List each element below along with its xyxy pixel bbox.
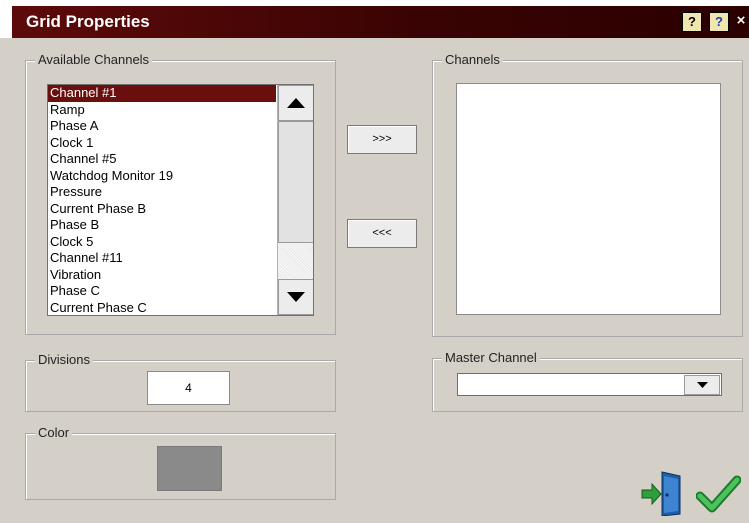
list-item[interactable]: Current Phase C: [48, 300, 276, 316]
divisions-value: 4: [185, 381, 192, 395]
scroll-down-button[interactable]: [278, 279, 313, 315]
exit-door-icon: [641, 471, 681, 517]
list-item[interactable]: Phase A: [48, 118, 276, 135]
remove-channel-label: <<<: [372, 227, 392, 239]
list-item[interactable]: Phase B: [48, 217, 276, 234]
window-title: Grid Properties: [26, 12, 150, 31]
list-item[interactable]: Current Phase B: [48, 201, 276, 218]
help-label: ?: [715, 14, 723, 29]
available-channels-list[interactable]: Channel #1 Ramp Phase A Clock 1 Channel #5 Wa…: [47, 84, 314, 316]
color-swatch[interactable]: [157, 446, 222, 491]
color-label: Color: [35, 425, 73, 440]
divisions-input[interactable]: 4: [147, 371, 230, 405]
title-bar-fill: Grid Properties ? ? ×: [12, 6, 749, 38]
context-help-label: ?: [688, 14, 696, 29]
list-item[interactable]: Pressure: [48, 184, 276, 201]
title-bar: Grid Properties ? ? ×: [0, 0, 749, 38]
list-item[interactable]: Vibration: [48, 267, 276, 284]
add-channel-label: >>>: [372, 133, 392, 145]
list-scrollbar[interactable]: [277, 85, 313, 315]
list-item[interactable]: Phase C: [48, 283, 276, 300]
arrow-up-icon: [287, 98, 305, 108]
list-item[interactable]: Channel #5: [48, 151, 276, 168]
exit-button[interactable]: [640, 470, 684, 517]
checkmark-icon: [695, 475, 742, 513]
scroll-up-button[interactable]: [278, 85, 313, 121]
master-channel-label: Master Channel: [442, 350, 540, 365]
list-item[interactable]: Ramp: [48, 102, 276, 119]
context-help-button[interactable]: ?: [682, 12, 702, 32]
add-channel-button[interactable]: >>>: [347, 125, 417, 154]
list-item[interactable]: Channel #11: [48, 250, 276, 267]
remove-channel-button[interactable]: <<<: [347, 219, 417, 248]
available-channels-items: Channel #1 Ramp Phase A Clock 1 Channel #5 Wa…: [48, 85, 276, 316]
channels-list[interactable]: [456, 83, 721, 315]
available-channels-label: Available Channels: [35, 52, 153, 67]
list-item[interactable]: Clock 5: [48, 234, 276, 251]
list-item[interactable]: Clock 1: [48, 135, 276, 152]
list-item[interactable]: Watchdog Monitor 19: [48, 168, 276, 185]
close-label: ×: [736, 12, 746, 29]
list-item[interactable]: Channel #1: [48, 85, 276, 102]
channels-label: Channels: [442, 52, 503, 67]
close-button[interactable]: ×: [733, 12, 749, 30]
arrow-down-icon: [287, 292, 305, 302]
ok-button[interactable]: [695, 474, 742, 514]
help-button[interactable]: ?: [709, 12, 729, 32]
master-channel-dropdown-button[interactable]: [684, 375, 720, 395]
master-channel-select[interactable]: [457, 373, 722, 396]
divisions-label: Divisions: [35, 352, 94, 367]
scroll-thumb[interactable]: [278, 121, 313, 243]
chevron-down-icon: [696, 381, 708, 388]
